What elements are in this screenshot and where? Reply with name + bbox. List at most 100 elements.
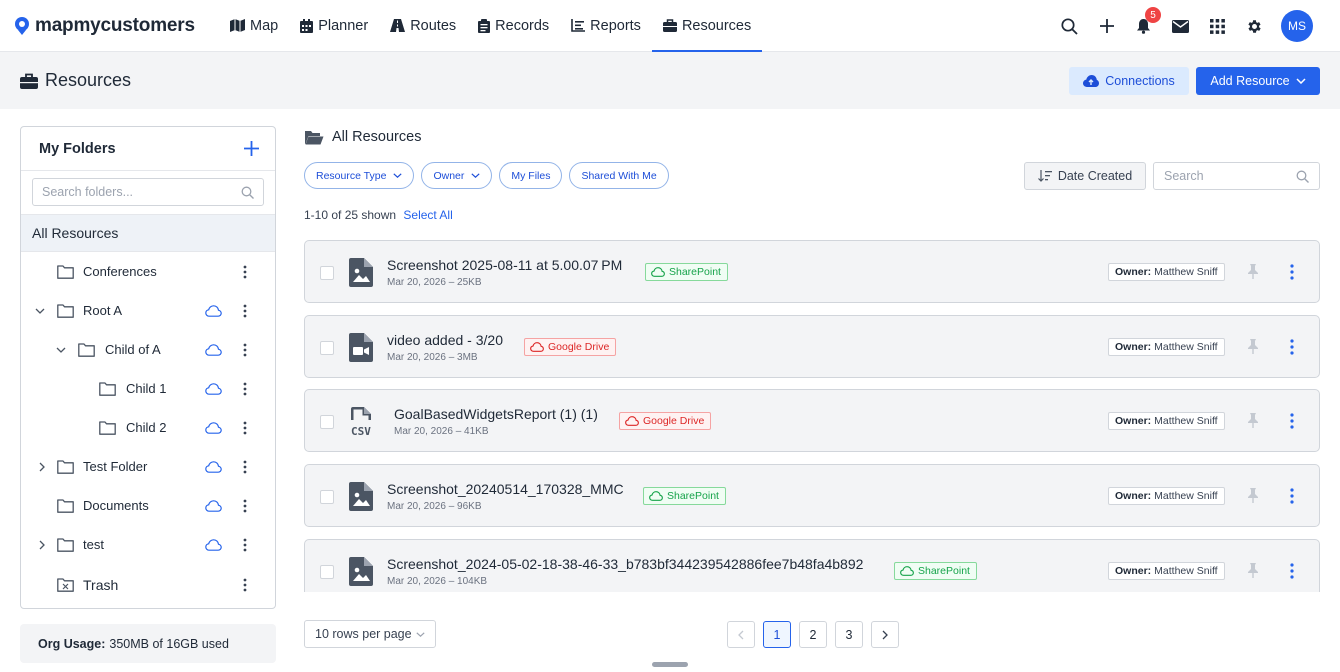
connections-button[interactable]: Connections bbox=[1069, 67, 1189, 95]
pin-icon[interactable] bbox=[1247, 339, 1259, 355]
rows-per-page-label: 10 rows per page bbox=[315, 627, 412, 641]
pin-icon[interactable] bbox=[1247, 264, 1259, 280]
folder-item-child-2[interactable]: Child 2 bbox=[21, 408, 275, 447]
more-vertical-icon[interactable] bbox=[243, 304, 247, 318]
nav-item-routes[interactable]: Routes bbox=[379, 0, 467, 52]
nav-item-reports[interactable]: Reports bbox=[560, 0, 652, 52]
chevron-down-icon[interactable] bbox=[35, 306, 45, 316]
more-vertical-icon[interactable] bbox=[1290, 339, 1294, 355]
more-vertical-icon[interactable] bbox=[1290, 488, 1294, 504]
resource-row[interactable]: Screenshot_20240514_170328_MMC Mar 20, 2… bbox=[304, 464, 1320, 527]
file-meta: Mar 20, 2026 – 25KB bbox=[387, 277, 482, 288]
row-checkbox[interactable] bbox=[320, 490, 334, 504]
chevron-down-icon[interactable] bbox=[56, 345, 66, 355]
user-avatar[interactable]: MS bbox=[1281, 10, 1313, 42]
file-name[interactable]: GoalBasedWidgetsReport (1) (1) bbox=[394, 406, 598, 422]
source-label: SharePoint bbox=[918, 565, 970, 577]
resource-row[interactable]: CSV GoalBasedWidgetsReport (1) (1) Mar 2… bbox=[304, 389, 1320, 452]
image-file-icon bbox=[349, 557, 373, 586]
folder-label: Root A bbox=[83, 303, 123, 318]
more-vertical-icon[interactable] bbox=[243, 578, 247, 592]
apps-button[interactable] bbox=[1199, 0, 1236, 52]
folder-item-documents[interactable]: Documents bbox=[21, 486, 275, 525]
file-name[interactable]: Screenshot 2025-08-11 at 5.00.07 PM bbox=[387, 257, 622, 273]
resource-row[interactable]: Screenshot 2025-08-11 at 5.00.07 PM Mar … bbox=[304, 240, 1320, 303]
file-name[interactable]: video added - 3/20 bbox=[387, 332, 503, 348]
more-vertical-icon[interactable] bbox=[1290, 563, 1294, 579]
all-resources-item[interactable]: All Resources bbox=[21, 214, 275, 252]
folder-item-conferences[interactable]: Conferences bbox=[21, 252, 275, 291]
resource-search-input[interactable] bbox=[1164, 169, 1284, 183]
page-button-2[interactable]: 2 bbox=[799, 621, 827, 648]
folder-item-child-of-a[interactable]: Child of A bbox=[21, 330, 275, 369]
more-vertical-icon[interactable] bbox=[243, 538, 247, 552]
rows-per-page-select[interactable]: 10 rows per page bbox=[304, 620, 436, 648]
drag-handle[interactable] bbox=[652, 662, 688, 667]
chevron-right-icon[interactable] bbox=[37, 462, 47, 472]
notifications-button[interactable]: 5 bbox=[1125, 0, 1162, 52]
page-button-3[interactable]: 3 bbox=[835, 621, 863, 648]
nav-item-records[interactable]: Records bbox=[467, 0, 560, 52]
add-resource-button[interactable]: Add Resource bbox=[1196, 67, 1320, 95]
chevron-right-icon[interactable] bbox=[37, 540, 47, 550]
cloud-icon bbox=[530, 342, 544, 352]
folder-item-test-folder[interactable]: Test Folder bbox=[21, 447, 275, 486]
nav-item-resources[interactable]: Resources bbox=[651, 0, 763, 52]
sort-date-created-button[interactable]: Date Created bbox=[1024, 162, 1146, 190]
folder-icon bbox=[57, 498, 74, 513]
filter-owner[interactable]: Owner bbox=[421, 162, 493, 189]
add-button[interactable] bbox=[1088, 0, 1125, 52]
brand-logo[interactable]: mapmycustomers bbox=[13, 15, 203, 37]
cloud-icon bbox=[205, 382, 222, 395]
row-checkbox[interactable] bbox=[320, 415, 334, 429]
folder-item-test[interactable]: test bbox=[21, 525, 275, 564]
more-vertical-icon[interactable] bbox=[243, 460, 247, 474]
nav-item-planner[interactable]: Planner bbox=[289, 0, 379, 52]
pin-icon[interactable] bbox=[1247, 563, 1259, 579]
messages-button[interactable] bbox=[1162, 0, 1199, 52]
select-all-link[interactable]: Select All bbox=[403, 208, 452, 222]
filter-my-files[interactable]: My Files bbox=[499, 162, 563, 189]
records-icon bbox=[478, 18, 491, 33]
folder-item-trash[interactable]: Trash bbox=[21, 564, 275, 606]
filter-shared-with-me[interactable]: Shared With Me bbox=[569, 162, 669, 189]
filter-resource-type[interactable]: Resource Type bbox=[304, 162, 415, 189]
nav-item-label: Resources bbox=[681, 17, 752, 34]
more-vertical-icon[interactable] bbox=[1290, 264, 1294, 280]
nav-item-map[interactable]: Map bbox=[219, 0, 289, 52]
folder-icon bbox=[57, 537, 74, 552]
source-badge-sharepoint: SharePoint bbox=[645, 263, 728, 281]
search-button[interactable] bbox=[1051, 0, 1088, 52]
pin-icon[interactable] bbox=[1247, 488, 1259, 504]
pin-icon[interactable] bbox=[1247, 413, 1259, 429]
image-file-icon bbox=[349, 258, 373, 287]
add-folder-icon[interactable] bbox=[244, 141, 259, 156]
resource-row[interactable]: video added - 3/20 Mar 20, 2026 – 3MB Go… bbox=[304, 315, 1320, 378]
more-vertical-icon[interactable] bbox=[243, 343, 247, 357]
more-vertical-icon[interactable] bbox=[243, 421, 247, 435]
resource-search bbox=[1153, 162, 1320, 190]
page-button-1[interactable]: 1 bbox=[763, 621, 791, 648]
resource-row[interactable]: Screenshot_2024-05-02-18-38-46-33_b783bf… bbox=[304, 539, 1320, 592]
settings-button[interactable] bbox=[1236, 0, 1273, 52]
row-checkbox[interactable] bbox=[320, 565, 334, 579]
folder-item-child-1[interactable]: Child 1 bbox=[21, 369, 275, 408]
search-icon bbox=[241, 186, 254, 199]
nav-item-label: Map bbox=[250, 17, 279, 34]
results-count: 1-10 of 25 shown Select All bbox=[304, 208, 453, 222]
file-name[interactable]: Screenshot_20240514_170328_MMC bbox=[387, 481, 624, 497]
next-page-button[interactable] bbox=[871, 621, 899, 648]
folder-search-input[interactable] bbox=[42, 185, 232, 199]
row-checkbox[interactable] bbox=[320, 266, 334, 280]
folder-item-root-a[interactable]: Root A bbox=[21, 291, 275, 330]
prev-page-button[interactable] bbox=[727, 621, 755, 648]
cloud-upload-icon bbox=[1083, 75, 1100, 87]
more-vertical-icon[interactable] bbox=[243, 382, 247, 396]
results-count-text: 1-10 of 25 shown bbox=[304, 208, 397, 222]
more-vertical-icon[interactable] bbox=[243, 499, 247, 513]
more-vertical-icon[interactable] bbox=[243, 265, 247, 279]
folder-icon bbox=[57, 303, 74, 318]
file-name[interactable]: Screenshot_2024-05-02-18-38-46-33_b783bf… bbox=[387, 556, 863, 572]
more-vertical-icon[interactable] bbox=[1290, 413, 1294, 429]
row-checkbox[interactable] bbox=[320, 341, 334, 355]
